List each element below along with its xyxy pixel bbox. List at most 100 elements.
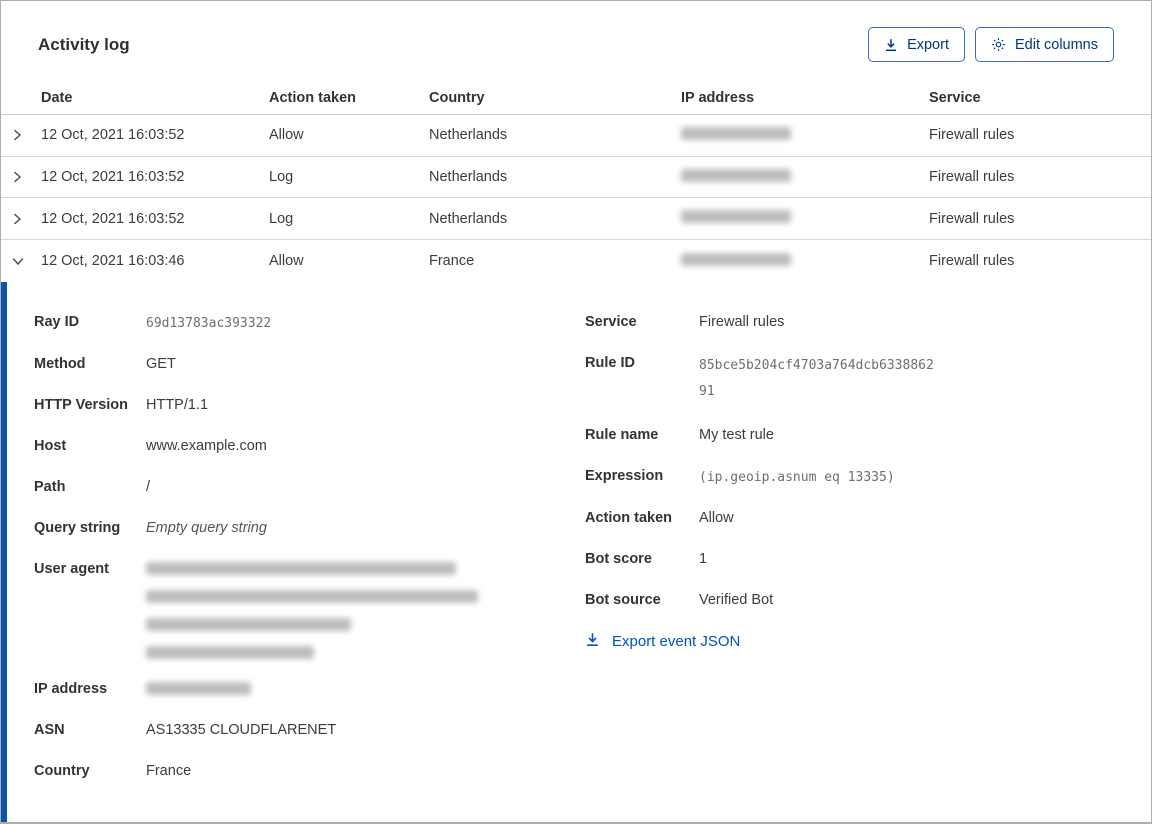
- field-value: Firewall rules: [699, 314, 785, 331]
- panel-header: Activity log Export Edit columns: [1, 1, 1151, 82]
- event-details-panel: Ray ID 69d13783ac393322 Method GET HTTP …: [1, 282, 1151, 822]
- field-value: www.example.com: [146, 438, 267, 455]
- detail-field-rule-id: Rule ID 85bce5b204cf4703a764dcb633886291: [585, 353, 1151, 405]
- detail-field-action-taken: Action taken Allow: [585, 508, 1151, 529]
- field-label: ASN: [34, 722, 65, 739]
- field-label: Bot score: [585, 551, 652, 568]
- edit-columns-button[interactable]: Edit columns: [974, 27, 1114, 62]
- field-value: 85bce5b204cf4703a764dcb633886291: [699, 358, 934, 400]
- row-country: Netherlands: [429, 210, 508, 227]
- row-action-taken: Log: [269, 210, 294, 227]
- detail-field-host: Host www.example.com: [34, 436, 585, 457]
- export-event-json-link[interactable]: Export event JSON: [585, 632, 740, 651]
- download-icon: [884, 38, 898, 52]
- column-header-date[interactable]: Date: [41, 90, 269, 106]
- field-value: 1: [699, 551, 708, 568]
- detail-field-user-agent: User agent: [34, 559, 585, 660]
- download-icon: [585, 632, 600, 651]
- column-header-service[interactable]: Service: [929, 90, 1151, 106]
- chevron-right-icon[interactable]: [1, 212, 41, 226]
- detail-field-method: Method GET: [34, 354, 585, 375]
- detail-field-path: Path /: [34, 477, 585, 498]
- row-ip-redacted: [681, 126, 929, 144]
- field-value: My test rule: [699, 427, 774, 444]
- row-date: 12 Oct, 2021 16:03:52: [41, 127, 185, 144]
- detail-field-country: Country France: [34, 761, 585, 782]
- row-action-taken: Allow: [269, 253, 304, 270]
- field-value: (ip.geoip.asnum eq 13335): [699, 470, 895, 486]
- detail-field-rule-name: Rule name My test rule: [585, 425, 1151, 446]
- row-ip-redacted: [681, 210, 929, 227]
- field-label: Method: [34, 356, 86, 373]
- detail-field-http-version: HTTP Version HTTP/1.1: [34, 395, 585, 416]
- detail-field-bot-source: Bot source Verified Bot: [585, 590, 1151, 611]
- table-row-expanded[interactable]: 12 Oct, 2021 16:03:46 Allow France Firew…: [1, 240, 1151, 283]
- field-label: Bot source: [585, 592, 661, 609]
- table-row[interactable]: 12 Oct, 2021 16:03:52 Log Netherlands Fi…: [1, 156, 1151, 199]
- chevron-down-icon[interactable]: [1, 255, 41, 267]
- row-ip-redacted: [681, 252, 929, 270]
- detail-field-query-string: Query string Empty query string: [34, 518, 585, 539]
- row-ip-redacted: [681, 168, 929, 186]
- table-row[interactable]: 12 Oct, 2021 16:03:52 Log Netherlands Fi…: [1, 198, 1151, 241]
- details-right-column: Service Firewall rules Rule ID 85bce5b20…: [585, 312, 1151, 802]
- export-button-label: Export: [907, 36, 949, 53]
- row-date: 12 Oct, 2021 16:03:46: [41, 253, 185, 270]
- row-service: Firewall rules: [929, 253, 1015, 270]
- field-label: Expression: [585, 468, 664, 485]
- detail-field-expression: Expression (ip.geoip.asnum eq 13335): [585, 466, 1151, 488]
- row-action-taken: Log: [269, 169, 294, 186]
- table-row[interactable]: 12 Oct, 2021 16:03:52 Allow Netherlands …: [1, 114, 1151, 157]
- field-value: GET: [146, 356, 176, 373]
- field-label: Rule ID: [585, 355, 635, 372]
- field-label: Country: [34, 763, 90, 780]
- export-button[interactable]: Export: [868, 27, 965, 62]
- row-date: 12 Oct, 2021 16:03:52: [41, 169, 185, 186]
- chevron-right-icon[interactable]: [1, 170, 41, 184]
- field-label: IP address: [34, 681, 108, 698]
- row-country: Netherlands: [429, 169, 508, 186]
- field-label: Host: [34, 438, 67, 455]
- detail-field-ip-address: IP address: [34, 679, 585, 700]
- detail-field-ray-id: Ray ID 69d13783ac393322: [34, 312, 585, 334]
- activity-log-panel: Activity log Export Edit columns Date Ac…: [0, 0, 1152, 824]
- field-label: User agent: [34, 561, 109, 578]
- field-label: Ray ID: [34, 314, 80, 331]
- field-value-redacted: [146, 679, 251, 696]
- field-value-redacted: [146, 559, 478, 660]
- row-service: Firewall rules: [929, 169, 1015, 186]
- row-service: Firewall rules: [929, 210, 1015, 227]
- edit-columns-button-label: Edit columns: [1014, 36, 1098, 53]
- row-country: Netherlands: [429, 127, 508, 144]
- row-service: Firewall rules: [929, 127, 1015, 144]
- field-value: AS13335 CLOUDFLARENET: [146, 722, 337, 739]
- field-value: 69d13783ac393322: [146, 316, 272, 332]
- detail-field-service: Service Firewall rules: [585, 312, 1151, 333]
- header-actions: Export Edit columns: [868, 27, 1114, 62]
- field-value: Empty query string: [146, 520, 267, 537]
- row-country: France: [429, 253, 475, 270]
- details-left-column: Ray ID 69d13783ac393322 Method GET HTTP …: [34, 312, 585, 802]
- field-label: HTTP Version: [34, 397, 129, 414]
- column-header-ip-address[interactable]: IP address: [681, 90, 929, 106]
- field-value: Verified Bot: [699, 592, 774, 609]
- gear-icon: [991, 37, 1006, 52]
- column-header-action-taken[interactable]: Action taken: [269, 90, 429, 106]
- export-event-json-label: Export event JSON: [612, 633, 741, 651]
- field-label: Action taken: [585, 510, 673, 527]
- page-title: Activity log: [38, 34, 130, 54]
- column-header-country[interactable]: Country: [429, 90, 681, 106]
- detail-field-bot-score: Bot score 1: [585, 549, 1151, 570]
- field-value: Allow: [699, 510, 734, 527]
- field-label: Path: [34, 479, 66, 496]
- field-value: HTTP/1.1: [146, 397, 209, 414]
- field-label: Query string: [34, 520, 121, 537]
- table-header: Date Action taken Country IP address Ser…: [1, 82, 1151, 115]
- field-label: Service: [585, 314, 637, 331]
- field-value: /: [146, 479, 151, 496]
- field-label: Rule name: [585, 427, 659, 444]
- row-action-taken: Allow: [269, 127, 304, 144]
- detail-field-asn: ASN AS13335 CLOUDFLARENET: [34, 720, 585, 741]
- row-date: 12 Oct, 2021 16:03:52: [41, 210, 185, 227]
- chevron-right-icon[interactable]: [1, 128, 41, 142]
